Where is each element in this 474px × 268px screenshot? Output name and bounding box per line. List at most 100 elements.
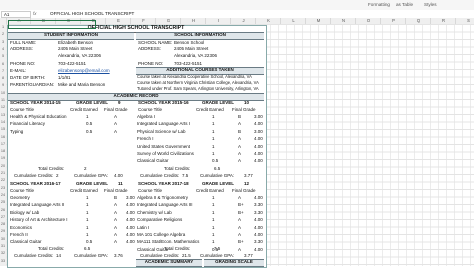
y4-points-2[interactable]: 3.30 [254,202,263,208]
y1-course-3[interactable]: Typing [10,129,23,135]
y2-course-6[interactable]: Survey of World Civilizations [137,151,194,157]
y4-credit-4[interactable]: 1 [212,217,215,223]
grade-level-value-3[interactable]: 11 [118,181,123,187]
cum-gpa-value-3[interactable]: 3.76 [114,253,123,259]
y2-credit-5[interactable]: 1 [212,144,215,150]
y1-grade-1[interactable]: A [114,114,117,120]
y3-grade-1[interactable]: B [114,195,117,201]
y2-points-5[interactable]: 4.00 [254,144,263,150]
y3-grade-5[interactable]: A [114,225,117,231]
y2-course-2[interactable]: Integrated Language Arts I [137,121,190,127]
grade-level-value-2[interactable]: 10 [244,100,249,106]
y4-grade-7[interactable]: B+ [238,239,244,245]
y4-credit-3[interactable]: 1 [212,210,215,216]
y3-points-1[interactable]: 3.00 [126,195,135,201]
address-line1[interactable]: 2405 Main Street [58,46,92,52]
y3-grade-7[interactable]: A [114,239,117,245]
y2-points-2[interactable]: 4.00 [254,121,263,127]
y3-grade-6[interactable]: A [114,232,117,238]
y1-course-2[interactable]: Financial Literacy [10,121,45,127]
cum-credits-value-3[interactable]: 14 [56,253,61,259]
cell-styles-button[interactable]: Styles [424,2,437,7]
phone-value[interactable]: 703-422-5151 [58,61,86,67]
y3-course-2[interactable]: Integrated Language Arts II [10,202,64,208]
y3-credit-4[interactable]: 1 [86,217,89,223]
y2-credit-3[interactable]: 1 [212,129,215,135]
y2-course-5[interactable]: United States Government [137,144,190,150]
y1-grade-2[interactable]: A [114,121,117,127]
y3-credit-6[interactable]: 1 [86,232,89,238]
y4-course-5[interactable]: Latin I [137,225,149,231]
total-credits-value-1[interactable]: 2 [84,166,87,172]
total-credits-value-2[interactable]: 6.5 [214,166,220,172]
y2-credit-6[interactable]: 1 [212,151,215,157]
y3-points-3[interactable]: 4.00 [126,210,135,216]
y3-points-5[interactable]: 4.00 [126,225,135,231]
y3-points-4[interactable]: 4.00 [126,217,135,223]
dob-value[interactable]: 1/1/81 [58,75,71,81]
y1-grade-3[interactable]: A [114,129,117,135]
y3-course-3[interactable]: Biology w/ Lab [10,210,39,216]
y3-course-7[interactable]: Classical Guitar [10,239,42,245]
email-link[interactable]: elizabensonp@email.com [58,68,110,74]
y2-grade-2[interactable]: A [238,121,241,127]
y2-grade-5[interactable]: A [238,144,241,150]
y1-course-1[interactable]: Health & Physical Education [10,114,67,120]
grade-level-value-4[interactable]: 12 [244,181,249,187]
y3-credit-5[interactable]: 1 [86,225,89,231]
y2-grade-7[interactable]: A [238,158,241,164]
y2-course-3[interactable]: Physical Science w/ Lab [137,129,186,135]
y4-course-7[interactable]: MA111 Stat/Econ. Mathematics [137,239,199,245]
y3-points-6[interactable]: 4.00 [126,232,135,238]
y2-grade-1[interactable]: B [238,114,241,120]
y4-course-3[interactable]: Chemistry w/ Lab [137,210,172,216]
total-credits-value-3[interactable]: 6.5 [84,246,90,252]
y2-points-1[interactable]: 3.00 [254,114,263,120]
y2-course-7[interactable]: Classical Guitar [137,158,169,164]
y4-credit-2[interactable]: 1 [212,202,215,208]
y4-course-6[interactable]: MA 101 College Algebra [137,232,185,238]
y3-grade-3[interactable]: A [114,210,117,216]
y2-credit-1[interactable]: 1 [212,114,215,120]
conditional-formatting-button[interactable]: Formatting [368,2,390,7]
y4-credit-5[interactable]: 1 [212,225,215,231]
y4-grade-5[interactable]: A [238,225,241,231]
y2-points-3[interactable]: 3.00 [254,129,263,135]
y3-grade-4[interactable]: A [114,217,117,223]
school-address-line2[interactable]: Alexandria, VA 22306 [174,53,217,59]
y3-points-2[interactable]: 4.00 [126,202,135,208]
formula-input[interactable]: OFFICIAL HIGH SCHOOL TRANSCRIPT [50,11,134,16]
cum-gpa-value-2[interactable]: 3.77 [244,173,253,179]
y4-points-8[interactable]: 4.00 [254,247,263,253]
format-as-table-button[interactable]: as Table [396,2,413,7]
name-box[interactable]: A1 [1,11,31,18]
y3-credit-3[interactable]: 1 [86,210,89,216]
address-line2[interactable]: Alexandria, VA 22306 [58,53,101,59]
y4-credit-7[interactable]: 1 [212,239,215,245]
y2-credit-7[interactable]: 0.5 [212,158,218,164]
y2-credit-2[interactable]: 1 [212,121,215,127]
y1-credit-2[interactable]: 0.5 [86,121,92,127]
y3-course-4[interactable]: History of Art & Architecture I [10,217,68,223]
y2-credit-4[interactable]: 1 [212,136,215,142]
y2-points-6[interactable]: 4.00 [254,151,263,157]
school-address-line1[interactable]: 2405 Main Street [174,46,208,52]
y4-points-7[interactable]: 3.30 [254,239,263,245]
y2-course-4[interactable]: French I [137,136,154,142]
y3-credit-7[interactable]: 0.5 [86,239,92,245]
y3-course-6[interactable]: French II [10,232,28,238]
y3-credit-2[interactable]: 1 [86,202,89,208]
y1-credit-1[interactable]: 1 [86,114,89,120]
grade-level-value-1[interactable]: 9 [118,100,121,106]
y4-points-4[interactable]: 4.00 [254,217,263,223]
y3-course-1[interactable]: Geometry [10,195,30,201]
total-credits-value-4[interactable]: 7.5 [214,246,220,252]
y4-grade-8[interactable]: A [238,247,241,253]
y3-credit-1[interactable]: 1 [86,195,89,201]
cum-credits-value-2[interactable]: 7.5 [182,173,188,179]
y4-course-4[interactable]: Comparative Religions [137,217,182,223]
y4-points-3[interactable]: 3.30 [254,210,263,216]
fx-icon[interactable]: fx [33,11,36,16]
y4-points-6[interactable]: 4.00 [254,232,263,238]
y2-points-7[interactable]: 4.00 [254,158,263,164]
